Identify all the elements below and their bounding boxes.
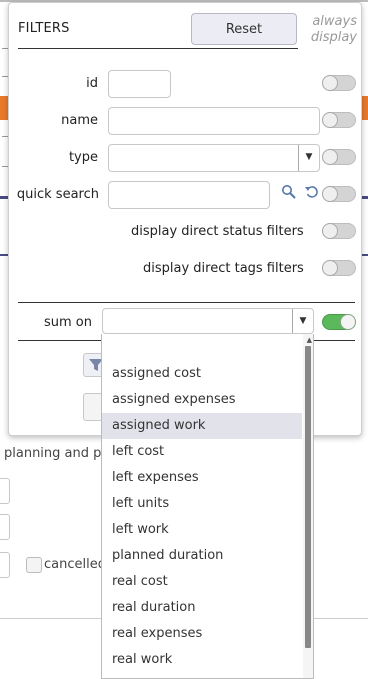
header-divider: [18, 48, 298, 49]
type-select[interactable]: ▼: [108, 144, 320, 172]
chevron-down-icon[interactable]: ▼: [298, 145, 319, 171]
sum-on-option[interactable]: real expenses: [102, 621, 302, 647]
direct-tags-toggle[interactable]: [322, 260, 356, 276]
toggle-knob: [322, 112, 338, 128]
sum-on-option[interactable]: real cost: [102, 569, 302, 595]
chevron-down-icon[interactable]: ▼: [292, 309, 313, 333]
type-always-display-toggle[interactable]: [322, 149, 356, 165]
direct-status-toggle[interactable]: [322, 223, 356, 239]
toggle-knob: [322, 75, 338, 91]
always-display-label: always display: [310, 14, 357, 45]
toggle-knob: [322, 149, 338, 165]
background-input[interactable]: [0, 478, 10, 504]
id-label: id: [86, 76, 98, 91]
cancelled-label: cancelled: [44, 557, 106, 572]
sum-on-label: sum on: [43, 315, 92, 330]
type-label: type: [68, 150, 98, 165]
sum-on-top-divider: [18, 302, 355, 303]
toggle-knob: [322, 260, 338, 276]
id-input[interactable]: [108, 70, 171, 98]
toggle-knob: [322, 186, 338, 202]
scroll-up-icon[interactable]: ▲: [307, 336, 312, 344]
name-label: name: [61, 113, 98, 128]
quick-search-always-display-toggle[interactable]: [322, 186, 356, 202]
sum-on-option[interactable]: assigned cost: [102, 361, 302, 387]
sum-on-select[interactable]: ▼: [102, 308, 314, 334]
background-input[interactable]: [0, 552, 10, 578]
direct-tags-label: display direct tags filters: [143, 261, 304, 276]
background-input[interactable]: [0, 514, 10, 540]
direct-status-label: display direct status filters: [131, 224, 304, 239]
reset-button[interactable]: Reset: [191, 13, 297, 45]
name-always-display-toggle[interactable]: [322, 112, 356, 128]
filters-title: FILTERS: [18, 21, 70, 36]
toggle-knob: [322, 223, 338, 239]
sum-on-option[interactable]: left expenses: [102, 465, 302, 491]
background-orange-bar: [0, 96, 8, 120]
magnifier-icon[interactable]: [281, 184, 297, 204]
sum-on-option-highlighted[interactable]: assigned work: [102, 413, 302, 439]
sum-on-option[interactable]: left work: [102, 517, 302, 543]
name-input[interactable]: [108, 107, 320, 135]
sum-on-option[interactable]: planned duration: [102, 543, 302, 569]
sum-on-toggle[interactable]: [322, 314, 356, 330]
toggle-knob: [340, 314, 356, 330]
id-always-display-toggle[interactable]: [322, 75, 356, 91]
sum-on-option[interactable]: left units: [102, 491, 302, 517]
sum-on-option[interactable]: assigned expenses: [102, 387, 302, 413]
sum-on-option[interactable]: real duration: [102, 595, 302, 621]
dropdown-scrollbar[interactable]: ▲: [303, 334, 313, 678]
background-navy-line: [0, 196, 8, 199]
background-section-text: planning and p: [4, 446, 102, 461]
sum-on-option[interactable]: real work: [102, 647, 302, 673]
cancelled-checkbox[interactable]: [26, 557, 42, 573]
background-navy-line-2: [0, 254, 8, 256]
sum-on-options-list[interactable]: ▲ assigned cost assigned expenses assign…: [101, 334, 314, 679]
scrollbar-thumb[interactable]: [305, 346, 311, 648]
undo-icon[interactable]: [304, 184, 320, 204]
sum-on-option[interactable]: left cost: [102, 439, 302, 465]
quick-search-label: quick search: [16, 187, 99, 202]
quick-search-input[interactable]: [108, 181, 270, 209]
